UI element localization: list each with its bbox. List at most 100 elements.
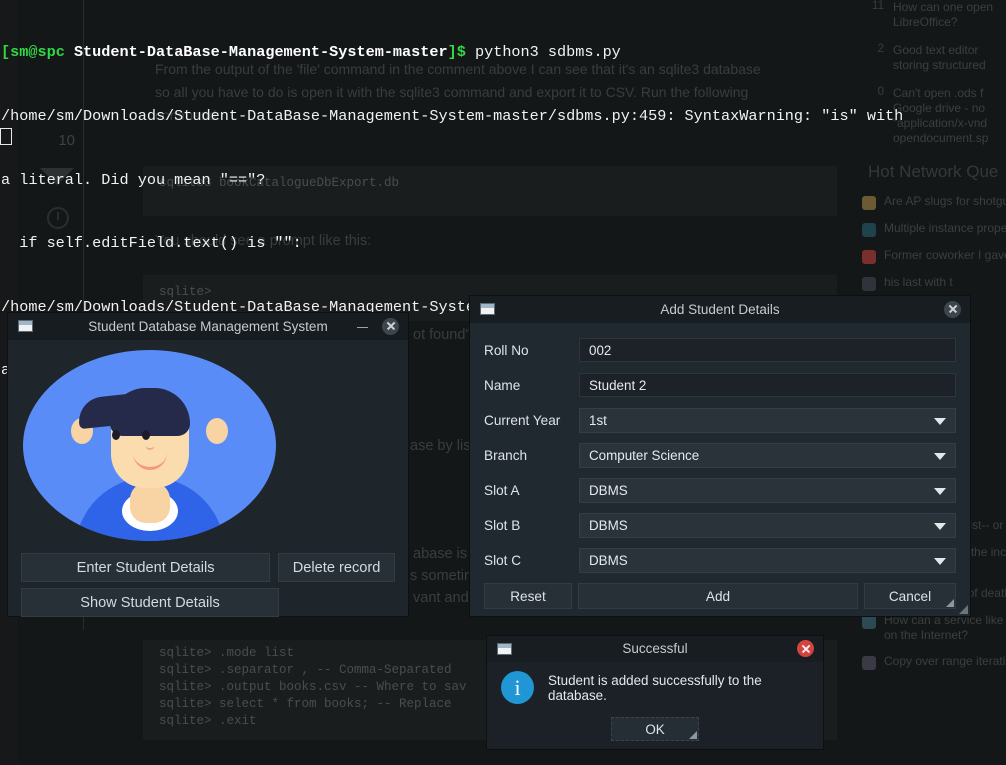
- form-row: Current Year 1st: [484, 405, 956, 435]
- reset-button[interactable]: Reset: [484, 583, 572, 609]
- form-row: Name Student 2: [484, 370, 956, 400]
- minimize-icon[interactable]: [357, 321, 368, 332]
- branch-select[interactable]: Computer Science: [579, 442, 956, 468]
- prompt-directory: Student-DataBase-Management-System-maste…: [73, 43, 448, 62]
- student-avatar-icon: [23, 350, 276, 541]
- student-db-app-window[interactable]: Student Database Management System Enter…: [8, 313, 408, 617]
- add-button[interactable]: Add: [578, 583, 858, 609]
- form-row: Slot A DBMS: [484, 475, 956, 505]
- resize-grip-icon[interactable]: [946, 599, 954, 607]
- field-label-slot-c: Slot C: [484, 552, 522, 568]
- field-label-slot-b: Slot B: [484, 517, 521, 533]
- chevron-down-icon[interactable]: [934, 488, 946, 495]
- avatar-neck: [129, 483, 170, 523]
- window-resize-grip-icon[interactable]: [959, 605, 968, 614]
- add-dialog-controls: [944, 300, 970, 318]
- success-dialog-controls: [797, 640, 823, 657]
- avatar-ear-right: [206, 418, 228, 444]
- close-icon[interactable]: [944, 300, 961, 318]
- prompt-bracket-close: ]$: [447, 43, 466, 62]
- delete-record-button[interactable]: Delete record: [278, 553, 395, 582]
- add-dialog-buttons: Reset Add Cancel: [470, 580, 970, 609]
- branch-selected-value: Computer Science: [589, 447, 700, 463]
- avatar-container: [21, 350, 395, 541]
- form-row: Branch Computer Science: [484, 440, 956, 470]
- name-input[interactable]: Student 2: [579, 373, 956, 397]
- form-row: Slot C DBMS: [484, 545, 956, 575]
- current-year-selected-value: 1st: [589, 412, 607, 428]
- field-label-roll-no: Roll No: [484, 342, 529, 358]
- roll-no-input[interactable]: 002: [579, 338, 956, 362]
- terminal-line: a literal. Did you mean "=="?: [1, 170, 266, 189]
- avatar-eye-left: [112, 430, 120, 440]
- app-window-titlebar[interactable]: Student Database Management System: [8, 313, 408, 340]
- close-icon[interactable]: [382, 317, 399, 335]
- snippet-database-1: abase is: [413, 546, 468, 562]
- cancel-button-label: Cancel: [888, 588, 932, 604]
- add-dialog-title: Add Student Details: [660, 301, 780, 317]
- field-label-name: Name: [484, 377, 521, 393]
- snippet-database-3: vant and: [413, 590, 469, 606]
- window-icon: [497, 642, 512, 655]
- chevron-down-icon[interactable]: [934, 418, 946, 425]
- chevron-down-icon[interactable]: [934, 558, 946, 565]
- slot-a-selected-value: DBMS: [589, 482, 628, 498]
- hot-question-title[interactable]: How can a service like on the Internet?: [884, 613, 1006, 643]
- field-label-branch: Branch: [484, 447, 528, 463]
- slot-a-select[interactable]: DBMS: [579, 477, 956, 503]
- success-dialog-body: i Student is added successfully to the d…: [487, 662, 823, 741]
- add-dialog-titlebar[interactable]: Add Student Details: [470, 296, 970, 323]
- add-student-details-dialog[interactable]: Add Student Details Roll No 002 Name Studen…: [470, 296, 970, 616]
- success-message-text: Student is added successfully to the dat…: [548, 672, 762, 703]
- show-student-details-button[interactable]: Show Student Details: [21, 588, 279, 617]
- field-label-current-year: Current Year: [484, 412, 561, 428]
- app-window-title: Student Database Management System: [88, 318, 328, 334]
- snippet-database-2: s sometin: [410, 568, 473, 584]
- success-message-row: i Student is added successfully to the d…: [487, 671, 823, 704]
- info-icon: i: [501, 671, 534, 704]
- close-icon[interactable]: [797, 640, 814, 657]
- app-window-body: Enter Student Details Delete record Show…: [8, 340, 408, 617]
- success-button-row: OK: [487, 717, 823, 741]
- site-badge-icon: [862, 656, 876, 670]
- hot-question-title[interactable]: Copy over range iterati: [884, 654, 1005, 669]
- avatar-eye-right: [142, 430, 150, 440]
- form-row: Roll No 002: [484, 335, 956, 365]
- terminal-prompt-line: [sm@spc Student-DataBase-Management-Syst…: [1, 42, 1006, 63]
- terminal-cursor: [0, 128, 12, 145]
- slot-c-selected-value: DBMS: [589, 552, 628, 568]
- resize-grip-icon[interactable]: [689, 731, 697, 739]
- success-dialog[interactable]: Successful i Student is added successful…: [487, 636, 823, 749]
- chevron-down-icon[interactable]: [934, 523, 946, 530]
- window-icon: [480, 303, 495, 315]
- terminal-command: python3 sdbms.py: [465, 43, 621, 62]
- slot-b-select[interactable]: DBMS: [579, 512, 956, 538]
- enter-student-details-button[interactable]: Enter Student Details: [21, 553, 271, 582]
- prompt-user-host: sm@spc: [10, 43, 65, 62]
- terminal-line: /home/sm/Downloads/Student-DataBase-Mana…: [1, 107, 904, 126]
- app-button-row-2: Show Student Details: [21, 588, 395, 617]
- slot-b-selected-value: DBMS: [589, 517, 628, 533]
- prompt-bracket-open: [: [1, 43, 11, 62]
- current-year-select[interactable]: 1st: [579, 407, 956, 433]
- success-dialog-title: Successful: [622, 641, 688, 656]
- hot-question-item[interactable]: Copy over range iterati: [862, 654, 1006, 670]
- app-action-buttons: Enter Student Details Delete record Show…: [21, 553, 395, 617]
- ok-button[interactable]: OK: [611, 717, 699, 741]
- slot-c-select[interactable]: DBMS: [579, 547, 956, 573]
- site-badge-icon: [862, 615, 876, 629]
- window-icon: [18, 320, 33, 332]
- cancel-button[interactable]: Cancel: [864, 583, 956, 609]
- add-student-form: Roll No 002 Name Student 2 Current Year 1st Br…: [470, 323, 970, 575]
- terminal-output: [sm@spc Student-DataBase-Management-Syst…: [0, 0, 1006, 443]
- app-window-controls: [357, 317, 408, 335]
- success-dialog-titlebar[interactable]: Successful: [487, 636, 823, 662]
- form-row: Slot B DBMS: [484, 510, 956, 540]
- hot-question-item[interactable]: How can a service like on the Internet?: [862, 613, 1006, 643]
- terminal-line: if self.editField.text() is "":: [1, 234, 302, 253]
- ok-button-label: OK: [645, 721, 665, 737]
- app-button-row-1: Enter Student Details Delete record: [21, 553, 395, 582]
- field-label-slot-a: Slot A: [484, 482, 520, 498]
- chevron-down-icon[interactable]: [934, 453, 946, 460]
